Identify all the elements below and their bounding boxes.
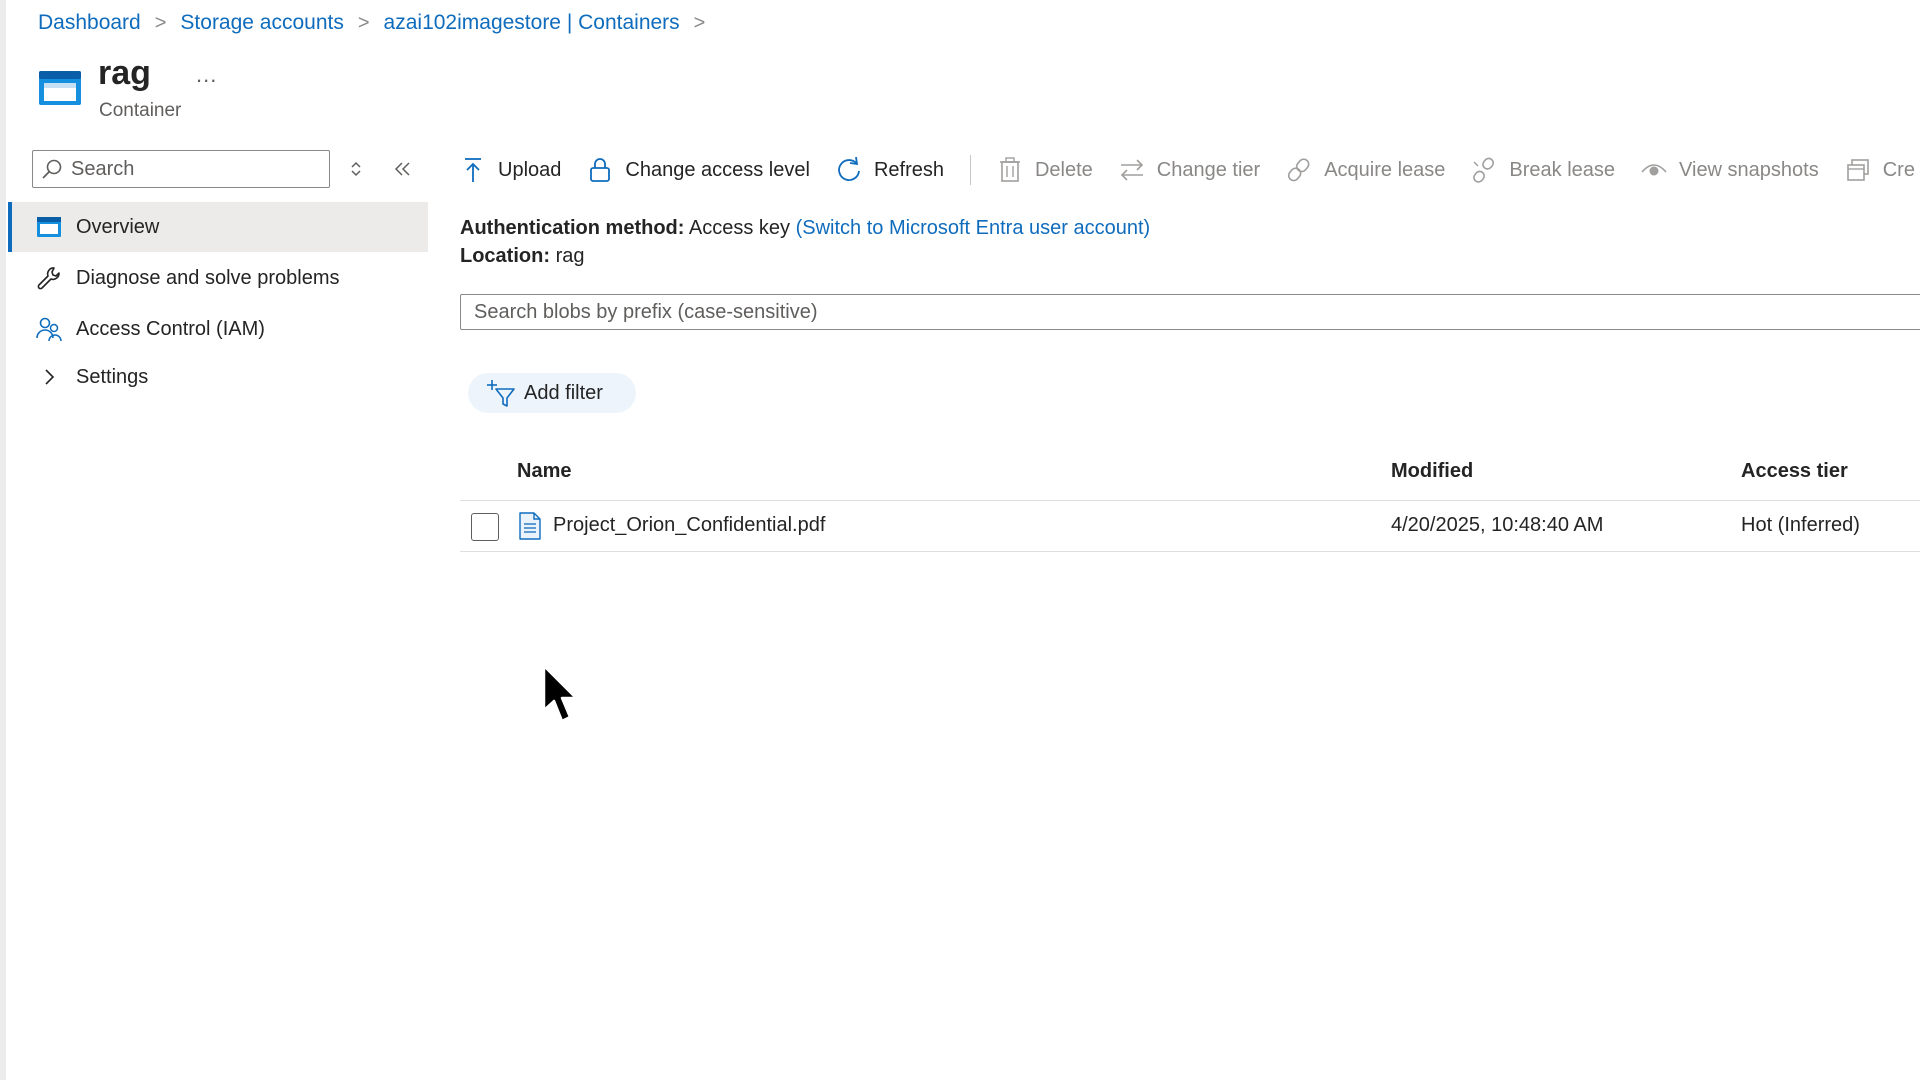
more-options-button[interactable]: ... bbox=[196, 62, 217, 88]
collapse-sidebar-icon[interactable] bbox=[391, 156, 415, 182]
break-lease-button[interactable]: Break lease bbox=[1471, 156, 1615, 184]
sidebar-item-label: Settings bbox=[76, 365, 149, 388]
sidebar-search[interactable] bbox=[32, 150, 330, 188]
page-subtitle: Container bbox=[99, 100, 182, 121]
auth-method-label: Authentication method: bbox=[460, 217, 685, 239]
blob-prefix-search[interactable] bbox=[460, 294, 1920, 330]
upload-button[interactable]: Upload bbox=[460, 156, 561, 184]
breadcrumb-separator: > bbox=[154, 11, 167, 34]
change-tier-button[interactable]: Change tier bbox=[1119, 156, 1260, 184]
add-filter-icon bbox=[487, 380, 515, 407]
breadcrumb-dashboard[interactable]: Dashboard bbox=[38, 11, 141, 35]
column-header-name[interactable]: Name bbox=[517, 460, 571, 483]
azure-portal-page: Dashboard > Storage accounts > azai102im… bbox=[0, 0, 1920, 1080]
link-icon bbox=[1286, 156, 1312, 184]
blob-name-link[interactable]: Project_Orion_Confidential.pdf bbox=[553, 514, 825, 537]
auth-method-line: Authentication method: Access key (Switc… bbox=[460, 217, 1150, 240]
delete-label: Delete bbox=[1034, 158, 1093, 181]
breadcrumb-containers[interactable]: azai102imagestore | Containers bbox=[384, 11, 680, 35]
break-lease-label: Break lease bbox=[1509, 158, 1616, 181]
overview-icon bbox=[36, 214, 62, 240]
location-value: rag bbox=[555, 245, 585, 267]
blob-access-tier: Hot (Inferred) bbox=[1741, 514, 1860, 536]
table-row[interactable]: Project_Orion_Confidential.pdf 4/20/2025… bbox=[460, 501, 1920, 551]
create-snapshot-button[interactable]: Cre bbox=[1845, 156, 1915, 184]
toolbar-divider bbox=[969, 155, 971, 185]
sidebar-item-label: Overview bbox=[76, 215, 160, 238]
upload-icon bbox=[460, 156, 486, 184]
chevron-right-icon bbox=[36, 364, 62, 390]
blob-prefix-search-input[interactable] bbox=[474, 300, 1874, 324]
breadcrumb-separator: > bbox=[357, 11, 370, 34]
page-title: rag bbox=[98, 54, 151, 92]
breadcrumb-separator: > bbox=[693, 11, 706, 34]
sidebar-item-label: Access Control (IAM) bbox=[76, 317, 265, 340]
upload-label: Upload bbox=[498, 158, 562, 181]
sidebar-item-label: Diagnose and solve problems bbox=[76, 266, 340, 289]
acquire-lease-label: Acquire lease bbox=[1324, 158, 1446, 181]
search-icon bbox=[42, 159, 62, 179]
location-line: Location: rag bbox=[460, 245, 584, 268]
sidebar-search-input[interactable] bbox=[71, 157, 311, 181]
view-snapshots-button[interactable]: View snapshots bbox=[1641, 156, 1819, 184]
swap-arrows-icon bbox=[1119, 156, 1145, 184]
document-icon bbox=[519, 512, 541, 540]
change-access-level-label: Change access level bbox=[625, 158, 810, 181]
acquire-lease-button[interactable]: Acquire lease bbox=[1286, 156, 1445, 184]
table-row-divider bbox=[460, 551, 1920, 552]
sidebar-item-settings[interactable]: Settings bbox=[8, 352, 428, 402]
delete-button[interactable]: Delete bbox=[997, 156, 1093, 184]
sidebar-item-diagnose[interactable]: Diagnose and solve problems bbox=[8, 253, 428, 303]
add-filter-label: Add filter bbox=[524, 381, 603, 404]
breadcrumb-storage-accounts[interactable]: Storage accounts bbox=[180, 11, 343, 35]
auth-method-value: Access key bbox=[688, 217, 791, 239]
container-icon bbox=[39, 71, 81, 105]
column-header-access-tier[interactable]: Access tier bbox=[1741, 460, 1848, 483]
change-tier-label: Change tier bbox=[1156, 158, 1261, 181]
mouse-cursor-icon bbox=[542, 664, 578, 723]
trash-icon bbox=[997, 156, 1023, 184]
location-label: Location: bbox=[460, 245, 550, 267]
row-checkbox[interactable] bbox=[471, 513, 499, 541]
change-access-level-button[interactable]: Change access level bbox=[587, 156, 810, 184]
blob-modified: 4/20/2025, 10:48:40 AM bbox=[1391, 514, 1604, 536]
command-bar: Upload Change access level Refresh Delet… bbox=[460, 150, 1920, 190]
refresh-icon bbox=[836, 156, 862, 184]
create-snapshot-label: Cre bbox=[1882, 158, 1915, 181]
broken-link-icon bbox=[1471, 156, 1497, 184]
sidebar-item-overview[interactable]: Overview bbox=[8, 202, 428, 252]
snapshot-icon bbox=[1845, 156, 1871, 184]
refresh-label: Refresh bbox=[873, 158, 944, 181]
people-icon bbox=[36, 316, 62, 342]
lock-icon bbox=[587, 156, 613, 184]
column-header-modified[interactable]: Modified bbox=[1391, 460, 1473, 483]
sidebar-item-access-control[interactable]: Access Control (IAM) bbox=[8, 304, 428, 354]
add-filter-button[interactable]: Add filter bbox=[468, 373, 636, 413]
eye-icon bbox=[1641, 156, 1667, 184]
switch-auth-link[interactable]: (Switch to Microsoft Entra user account) bbox=[796, 217, 1151, 239]
breadcrumb: Dashboard > Storage accounts > azai102im… bbox=[38, 8, 719, 38]
refresh-button[interactable]: Refresh bbox=[836, 156, 944, 184]
sort-updown-icon[interactable] bbox=[344, 156, 368, 182]
window-edge bbox=[0, 0, 6, 1080]
view-snapshots-label: View snapshots bbox=[1679, 158, 1819, 181]
wrench-icon bbox=[36, 265, 62, 291]
